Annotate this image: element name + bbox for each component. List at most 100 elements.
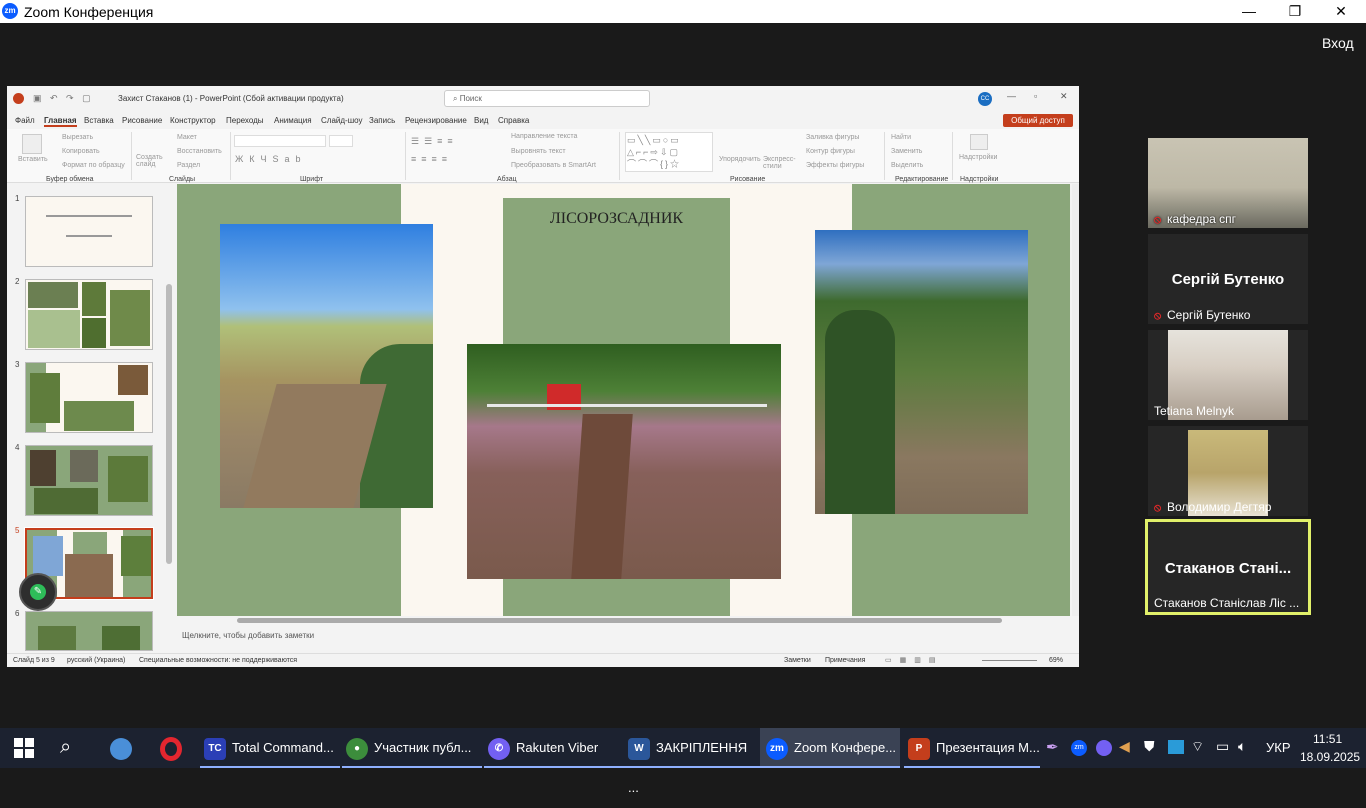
cut-button[interactable]: Вырезать: [62, 134, 93, 141]
taskbar-powerpoint[interactable]: P Презентация М...: [904, 728, 1040, 768]
opera-icon[interactable]: [160, 737, 182, 761]
slide-horizontal-scrollbar[interactable]: [237, 618, 1002, 623]
slide-title[interactable]: ЛІСОРОЗСАДНИК: [503, 210, 730, 228]
close-button[interactable]: ✕: [1318, 0, 1364, 23]
slide-thumbnail-1[interactable]: [25, 196, 153, 267]
slide-thumbnail-4[interactable]: [25, 445, 153, 516]
viber-tray-icon[interactable]: [1096, 740, 1112, 756]
volume-icon[interactable]: 🔈︎: [1238, 738, 1246, 755]
nursery-photo-center[interactable]: [467, 344, 781, 579]
shape-fill-button[interactable]: Заливка фигуры: [806, 134, 859, 141]
participant-tile-kafedra[interactable]: ⦸ кафедра спг: [1148, 138, 1308, 228]
tab-view[interactable]: Вид: [474, 116, 488, 125]
notes-placeholder[interactable]: Щелкните, чтобы добавить заметки: [182, 631, 314, 640]
windows-start-icon[interactable]: [14, 738, 34, 758]
copy-button[interactable]: Копировать: [62, 148, 100, 155]
taskbar-total-commander[interactable]: TC Total Command...: [200, 728, 340, 768]
participant-tile-degtyar[interactable]: ⦸ Володимир Дегтяр: [1148, 426, 1308, 516]
language-indicator[interactable]: русский (Украина): [67, 657, 125, 664]
zoom-level[interactable]: 69%: [1049, 657, 1063, 664]
view-buttons-icon[interactable]: ▭▦▥▤: [885, 656, 943, 664]
slide-vertical-scrollbar[interactable]: [1072, 184, 1079, 616]
tab-design[interactable]: Конструктор: [170, 116, 216, 125]
tab-transitions[interactable]: Переходы: [226, 116, 264, 125]
quick-styles-button[interactable]: Экспресс-стили: [763, 156, 801, 170]
participant-tile-melnyk[interactable]: Tetiana Melnyk: [1148, 330, 1308, 420]
ppt-close-button[interactable]: ✕: [1060, 91, 1068, 102]
paste-button[interactable]: Вставить: [18, 156, 48, 163]
font-format-icon[interactable]: ЖКЧSab: [235, 154, 307, 164]
clock-time[interactable]: 11:51: [1313, 732, 1342, 746]
comments-toggle[interactable]: Примечания: [825, 657, 865, 664]
sign-in-button[interactable]: Вход: [1322, 35, 1354, 51]
participant-tile-butenko[interactable]: Сергій Бутенко ⦸ Сергій Бутенко: [1148, 234, 1308, 324]
text-direction-button[interactable]: Направление текста: [511, 133, 577, 140]
battery-icon[interactable]: ▭: [1216, 738, 1229, 755]
ppt-minimize-button[interactable]: —: [1007, 91, 1016, 101]
find-button[interactable]: Найти: [891, 134, 911, 141]
shape-effects-button[interactable]: Эффекты фигуры: [806, 162, 864, 169]
thumbnails-scrollbar[interactable]: [166, 284, 172, 564]
user-avatar[interactable]: CC: [978, 92, 992, 106]
section-button[interactable]: Раздел: [177, 162, 200, 169]
taskbar-word[interactable]: W ЗАКРІПЛЕННЯ ...: [624, 728, 760, 795]
tab-animations[interactable]: Анимация: [274, 116, 312, 125]
replace-button[interactable]: Заменить: [891, 148, 922, 155]
slide-thumbnail-2[interactable]: [25, 279, 153, 350]
nursery-photo-left[interactable]: [220, 224, 433, 508]
tab-help[interactable]: Справка: [498, 116, 529, 125]
format-painter-button[interactable]: Формат по образцу: [62, 162, 125, 169]
tab-insert[interactable]: Вставка: [84, 116, 114, 125]
search-input[interactable]: ⌕ Поиск: [444, 90, 650, 107]
new-slide-button[interactable]: Создать слайд: [136, 154, 164, 168]
restore-button[interactable]: ❐: [1272, 0, 1318, 23]
shield-icon[interactable]: ⛊: [1144, 738, 1155, 755]
arrange-button[interactable]: Упорядочить: [719, 156, 761, 163]
reset-button[interactable]: Восстановить: [177, 148, 222, 155]
layout-button[interactable]: Макет: [177, 134, 197, 141]
tab-review[interactable]: Рецензирование: [405, 116, 467, 125]
font-size-select[interactable]: [329, 135, 353, 147]
zoom-tray-icon[interactable]: zm: [1071, 740, 1087, 756]
tab-slideshow[interactable]: Слайд-шоу: [321, 116, 362, 125]
zoom-slider[interactable]: [982, 660, 1037, 661]
accessibility-status[interactable]: Специальные возможности: не поддерживают…: [139, 657, 297, 664]
slide-number: 2: [15, 277, 20, 286]
network-tray-icon[interactable]: [1168, 740, 1184, 754]
select-button[interactable]: Выделить: [891, 162, 923, 169]
font-family-select[interactable]: [234, 135, 326, 147]
taskbar-viber[interactable]: ✆ Rakuten Viber: [484, 728, 624, 768]
nursery-photo-right[interactable]: [815, 230, 1028, 514]
slide-thumbnail-6[interactable]: [25, 611, 153, 651]
participant-tile-stakanov-active-speaker[interactable]: Стаканов Стані... Стаканов Станіслав Ліс…: [1145, 519, 1311, 615]
shape-outline-button[interactable]: Контур фигуры: [806, 148, 855, 155]
slide-thumbnail-3[interactable]: [25, 362, 153, 433]
align-icon[interactable]: ≡≡≡≡: [411, 154, 452, 164]
paint-app-icon[interactable]: [110, 738, 132, 760]
tab-home[interactable]: Главная: [44, 116, 77, 127]
shapes-gallery[interactable]: ▭╲╲▭○▭ △⌐⌐⇨⇩▢ ⌒⌒⌒{}☆: [625, 132, 713, 172]
tab-draw[interactable]: Рисование: [122, 116, 162, 125]
quick-access-icon[interactable]: ▣ ↶ ↷ ▢: [33, 93, 94, 104]
taskbar-chrome[interactable]: ● Участник публ...: [342, 728, 482, 768]
addins-button[interactable]: Надстройки: [959, 154, 997, 161]
ribbon-divider: [405, 132, 406, 180]
notes-toggle[interactable]: Заметки: [784, 657, 811, 664]
annotate-button[interactable]: ✎: [19, 573, 57, 611]
smartart-button[interactable]: Преобразовать в SmartArt: [511, 162, 596, 169]
list-icon[interactable]: ☰☰≡≡: [411, 136, 458, 147]
language-indicator[interactable]: УКР: [1266, 740, 1291, 755]
wifi-icon[interactable]: ⌔: [1191, 738, 1204, 756]
share-button[interactable]: Общий доступ: [1003, 114, 1073, 127]
tab-file[interactable]: Файл: [15, 116, 35, 125]
ppt-restore-button[interactable]: ▫: [1034, 91, 1037, 101]
align-text-button[interactable]: Выровнять текст: [511, 148, 566, 155]
pen-tray-icon[interactable]: ✒: [1046, 738, 1059, 756]
taskbar-zoom[interactable]: zm Zoom Конфере...: [760, 728, 900, 768]
clock-date[interactable]: 18.09.2025: [1300, 750, 1360, 764]
group-label-slides: Слайды: [169, 176, 196, 183]
tab-record[interactable]: Запись: [369, 116, 395, 125]
speaker-warning-icon[interactable]: ◀: [1119, 738, 1130, 755]
minimize-button[interactable]: —: [1226, 0, 1272, 23]
search-icon[interactable]: ⌕: [60, 736, 71, 759]
